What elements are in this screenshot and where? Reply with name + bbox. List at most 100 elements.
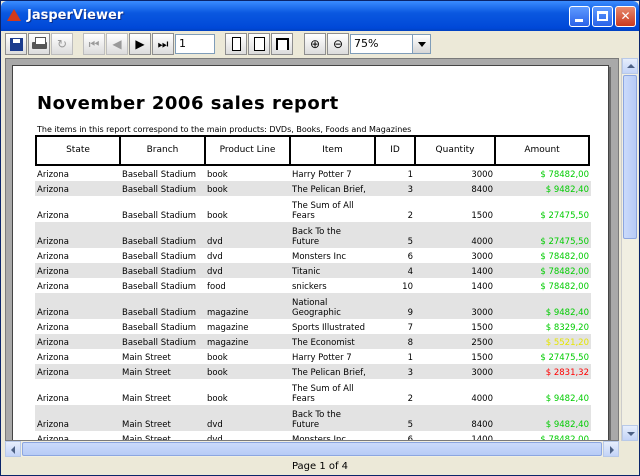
reload-button[interactable]: ↻ <box>51 33 73 55</box>
printer-paper-icon <box>35 37 46 45</box>
jasper-logo-icon <box>7 9 21 21</box>
cell-quantity: 1500 <box>471 211 493 221</box>
fit-page-button[interactable] <box>248 33 270 55</box>
cell-id: 2 <box>407 394 413 404</box>
actual-size-icon <box>232 37 241 51</box>
header-branch: Branch <box>119 135 206 166</box>
next-page-button[interactable]: ▶ <box>129 33 151 55</box>
cell-id: 1 <box>407 353 413 363</box>
cell-product-line: book <box>207 185 228 195</box>
cell-amount: $ 78482,00 <box>540 170 589 180</box>
cell-state: Arizona <box>37 394 69 404</box>
cell-branch: Baseball Stadium <box>122 323 197 333</box>
print-button[interactable] <box>28 33 50 55</box>
cell-state: Arizona <box>37 353 69 363</box>
cell-quantity: 3000 <box>471 308 493 318</box>
arrow-right-icon <box>610 446 614 454</box>
header-amount: Amount <box>494 135 590 166</box>
save-button[interactable] <box>5 33 27 55</box>
table-row: Arizona Main Street dvd Back To the Future 5… <box>35 405 591 431</box>
cell-state: Arizona <box>37 211 69 221</box>
table-row: Arizona Baseball Stadium book The Sum of Al… <box>35 196 591 222</box>
table-row: Arizona Baseball Stadium book The Pelican B… <box>35 181 591 196</box>
cell-id: 6 <box>407 252 413 262</box>
zoom-in-button[interactable]: ⊕ <box>304 33 326 55</box>
jasper-viewer-window: JasperViewer ✕ ↻ ⏮ ◀ ▶ ⏭ 1 ⊕ ⊖ 75% Novem… <box>0 0 640 476</box>
cell-branch: Baseball Stadium <box>122 338 197 348</box>
cell-product-line: magazine <box>207 323 249 333</box>
cell-id: 3 <box>407 185 413 195</box>
cell-state: Arizona <box>37 368 69 378</box>
cell-item: Titanic <box>292 267 321 277</box>
title-bar[interactable]: JasperViewer ✕ <box>1 1 639 31</box>
maximize-button[interactable] <box>592 6 613 27</box>
table-row: Arizona Main Street book Harry Potter 7 1 150… <box>35 349 591 364</box>
zoom-dropdown-button[interactable] <box>412 34 431 54</box>
cell-id: 1 <box>407 170 413 180</box>
cell-id: 5 <box>407 420 413 430</box>
horizontal-scrollbar[interactable] <box>5 441 619 457</box>
cell-id: 9 <box>407 308 413 318</box>
cell-id: 2 <box>407 211 413 221</box>
fit-width-button[interactable] <box>271 33 293 55</box>
previous-page-button[interactable]: ◀ <box>106 33 128 55</box>
report-viewport[interactable]: November 2006 sales report The items in … <box>5 58 619 441</box>
cell-amount: $ 8329,20 <box>545 323 589 333</box>
vertical-scrollbar[interactable] <box>621 58 638 441</box>
horizontal-scroll-thumb[interactable] <box>22 442 602 456</box>
cell-quantity: 1400 <box>471 267 493 277</box>
cell-branch: Baseball Stadium <box>122 170 197 180</box>
last-page-button[interactable]: ⏭ <box>152 33 174 55</box>
cell-quantity: 3000 <box>471 368 493 378</box>
header-id: ID <box>374 135 416 166</box>
scroll-right-button[interactable] <box>603 441 619 457</box>
table-row: Arizona Main Street dvd Monsters Inc 6 1400 $ … <box>35 431 591 440</box>
fit-width-icon <box>276 38 289 50</box>
arrow-up-icon <box>627 64 635 68</box>
close-button[interactable]: ✕ <box>615 6 636 27</box>
table-row: Arizona Baseball Stadium dvd Monsters Inc 6 3… <box>35 248 591 263</box>
cell-branch: Baseball Stadium <box>122 237 197 247</box>
report-title: November 2006 sales report <box>37 93 339 114</box>
cell-product-line: book <box>207 211 228 221</box>
cell-amount: $ 78482,00 <box>540 252 589 262</box>
page-number-input[interactable]: 1 <box>175 34 215 54</box>
report-page: November 2006 sales report The items in … <box>12 65 609 440</box>
header-item: Item <box>289 135 376 166</box>
cell-branch: Baseball Stadium <box>122 185 197 195</box>
toolbar: ↻ ⏮ ◀ ▶ ⏭ 1 ⊕ ⊖ 75% <box>5 32 635 56</box>
minimize-button[interactable] <box>569 6 590 27</box>
minimize-icon <box>575 19 583 22</box>
cell-product-line: dvd <box>207 237 223 247</box>
cell-item: The Sum of All Fears <box>292 201 354 221</box>
table-row: Arizona Baseball Stadium magazine National … <box>35 293 591 319</box>
header-state: State <box>35 135 121 166</box>
cell-product-line: food <box>207 282 226 292</box>
cell-product-line: dvd <box>207 267 223 277</box>
cell-state: Arizona <box>37 185 69 195</box>
cell-quantity: 3000 <box>471 170 493 180</box>
zoom-combo-input[interactable]: 75% <box>350 34 413 54</box>
cell-item: Back To the Future <box>292 410 341 430</box>
scroll-left-button[interactable] <box>5 441 21 457</box>
actual-size-button[interactable] <box>225 33 247 55</box>
cell-product-line: book <box>207 353 228 363</box>
scroll-up-button[interactable] <box>622 58 638 74</box>
previous-page-icon: ◀ <box>112 37 122 51</box>
scroll-down-button[interactable] <box>622 425 638 441</box>
zoom-out-button[interactable]: ⊖ <box>327 33 349 55</box>
cell-product-line: dvd <box>207 420 223 430</box>
cell-item: The Pelican Brief, <box>292 368 366 378</box>
cell-quantity: 8400 <box>471 420 493 430</box>
cell-state: Arizona <box>37 237 69 247</box>
cell-branch: Main Street <box>122 353 171 363</box>
first-page-button[interactable]: ⏮ <box>83 33 105 55</box>
cell-state: Arizona <box>37 282 69 292</box>
last-page-icon: ⏭ <box>157 37 169 51</box>
cell-quantity: 4000 <box>471 237 493 247</box>
cell-product-line: dvd <box>207 252 223 262</box>
cell-branch: Baseball Stadium <box>122 308 197 318</box>
cell-state: Arizona <box>37 420 69 430</box>
cell-amount: $ 9482,40 <box>545 420 589 430</box>
vertical-scroll-thumb[interactable] <box>623 75 637 239</box>
